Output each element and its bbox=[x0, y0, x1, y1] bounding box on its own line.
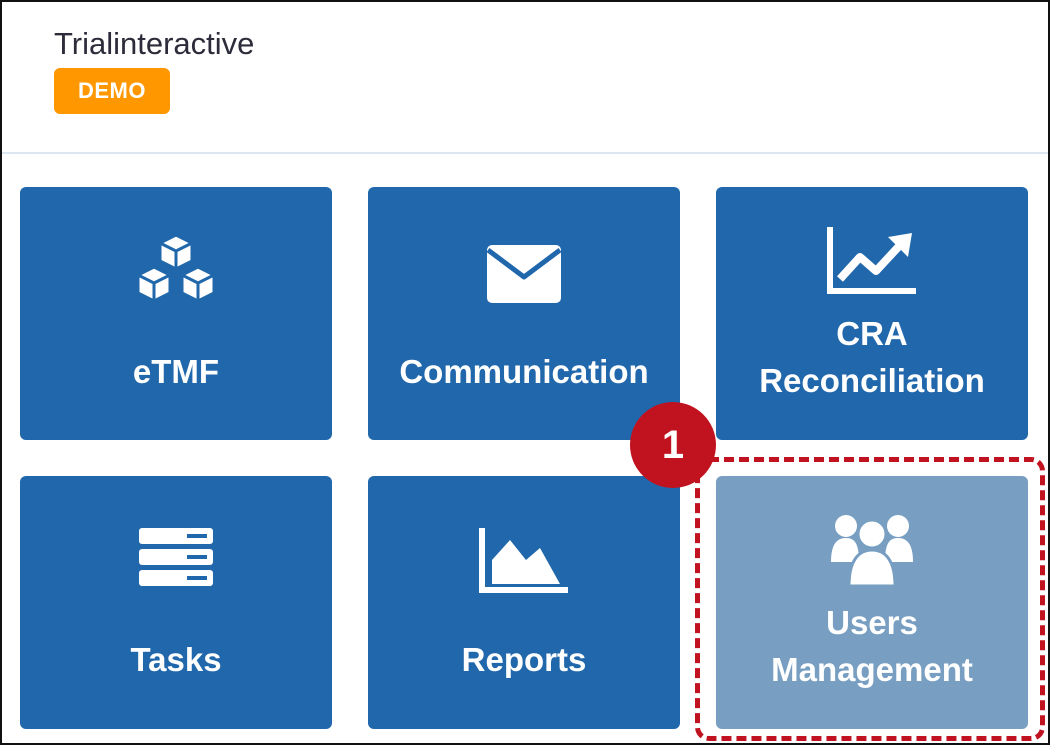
tile-label: Communication bbox=[399, 353, 649, 390]
tile-communication[interactable]: Communication bbox=[368, 187, 680, 440]
envelope-icon bbox=[368, 243, 680, 305]
server-icon bbox=[20, 526, 332, 588]
tile-reports[interactable]: Reports bbox=[368, 476, 680, 729]
tile-label: Tasks bbox=[130, 641, 222, 678]
app-header: Trialinteractive DEMO bbox=[2, 2, 1048, 154]
line-chart-icon bbox=[716, 225, 1028, 295]
annotation-highlight-box bbox=[695, 457, 1045, 741]
tile-etmf[interactable]: eTMF bbox=[20, 187, 332, 440]
cubes-icon bbox=[20, 231, 332, 311]
step-number-badge: 1 bbox=[630, 402, 716, 488]
area-chart-icon bbox=[368, 526, 680, 594]
tile-label: eTMF bbox=[132, 353, 220, 390]
app-title: Trialinteractive bbox=[54, 26, 255, 61]
demo-badge: DEMO bbox=[54, 68, 170, 114]
tile-label-line-1: CRA bbox=[836, 315, 908, 352]
tile-label: Reports bbox=[461, 641, 587, 678]
tile-cra-reconciliation[interactable]: CRA Reconciliation bbox=[716, 187, 1028, 440]
tile-label-line-2: Reconciliation bbox=[759, 362, 985, 399]
tile-tasks[interactable]: Tasks bbox=[20, 476, 332, 729]
